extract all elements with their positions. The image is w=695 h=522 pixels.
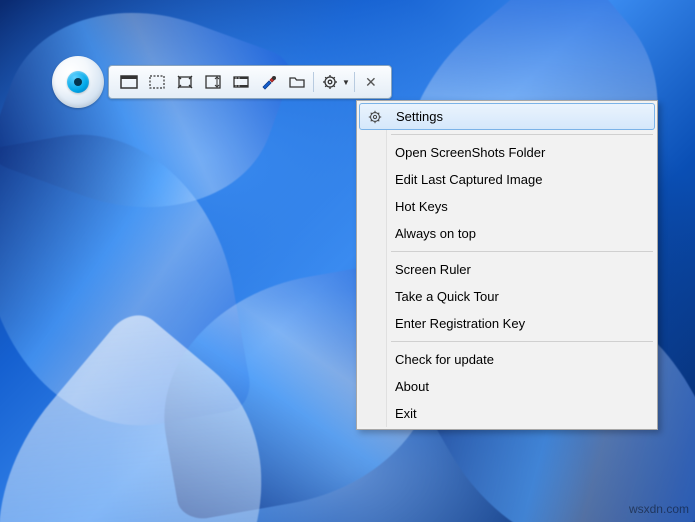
menu-item-open-folder[interactable]: Open ScreenShots Folder [359,139,655,166]
menu-item-label: Always on top [395,226,476,241]
menu-item-hotkeys[interactable]: Hot Keys [359,193,655,220]
menu-item-check-update[interactable]: Check for update [359,346,655,373]
folder-icon [288,74,306,90]
menu-item-label: Exit [395,406,417,421]
menu-item-label: Take a Quick Tour [395,289,499,304]
menu-item-registration[interactable]: Enter Registration Key [359,310,655,337]
menu-item-label: Settings [396,109,443,124]
film-icon [232,74,250,90]
capture-video-button[interactable] [228,70,254,94]
region-icon [148,74,166,90]
menu-item-label: Open ScreenShots Folder [395,145,545,160]
window-arrows-icon [176,74,194,90]
gear-icon [366,108,384,126]
capture-window-button[interactable] [172,70,198,94]
settings-context-menu: Settings Open ScreenShots Folder Edit La… [356,100,658,430]
settings-dropdown-button[interactable] [317,70,343,94]
menu-item-label: Hot Keys [395,199,448,214]
menu-separator [391,251,653,252]
menu-item-label: Enter Registration Key [395,316,525,331]
menu-item-label: About [395,379,429,394]
menu-item-edit-last[interactable]: Edit Last Captured Image [359,166,655,193]
menu-separator [391,134,653,135]
menu-item-screen-ruler[interactable]: Screen Ruler [359,256,655,283]
watermark-text: wsxdn.com [629,502,689,516]
menu-item-label: Edit Last Captured Image [395,172,542,187]
menu-separator [391,341,653,342]
capture-fullscreen-button[interactable] [116,70,142,94]
app-toolbar-wrap: ▼ ✕ [52,56,392,108]
menu-item-exit[interactable]: Exit [359,400,655,427]
menu-item-about[interactable]: About [359,373,655,400]
toolbar-separator [354,72,355,92]
dropdown-arrow-icon: ▼ [342,78,352,87]
capture-scrolling-button[interactable] [200,70,226,94]
eyedropper-icon [260,74,278,90]
app-orb-button[interactable] [52,56,104,108]
menu-item-quick-tour[interactable]: Take a Quick Tour [359,283,655,310]
capture-region-button[interactable] [144,70,170,94]
close-icon: ✕ [363,74,379,91]
close-button[interactable]: ✕ [358,70,384,94]
menu-item-always-on-top[interactable]: Always on top [359,220,655,247]
gear-icon [321,74,339,90]
toolbar-separator [313,72,314,92]
menu-item-settings[interactable]: Settings [359,103,655,130]
open-folder-button[interactable] [284,70,310,94]
orb-icon [67,71,89,93]
menu-item-label: Check for update [395,352,494,367]
menu-item-label: Screen Ruler [395,262,471,277]
fullscreen-icon [120,74,138,90]
color-picker-button[interactable] [256,70,282,94]
scrolling-icon [204,74,222,90]
app-toolbar: ▼ ✕ [108,65,392,99]
